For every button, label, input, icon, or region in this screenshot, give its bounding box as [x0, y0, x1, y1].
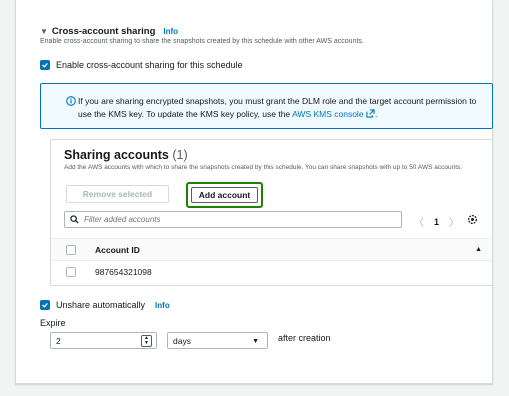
unshare-info-link[interactable]: Info: [155, 301, 170, 310]
expire-label: Expire: [40, 318, 66, 328]
chevron-right-icon[interactable]: 〉: [449, 214, 459, 229]
unshare-checkbox-row[interactable]: Unshare automatically Info: [40, 300, 170, 310]
caret-down-icon[interactable]: ▼: [252, 338, 259, 345]
enable-sharing-checkbox[interactable]: [40, 60, 50, 70]
external-link-icon: [366, 109, 375, 118]
section-info-link[interactable]: Info: [163, 27, 178, 36]
table-row: 987654321098: [51, 261, 492, 284]
info-icon: [66, 96, 76, 106]
chevron-left-icon[interactable]: 〈: [414, 214, 424, 229]
expire-value-stepper[interactable]: 2 ▲ ▼: [50, 332, 157, 349]
row-checkbox[interactable]: [66, 267, 76, 277]
kms-info-alert: If you are sharing encrypted snapshots, …: [40, 83, 493, 129]
cross-account-header[interactable]: ▼ Cross-account sharing Info: [40, 26, 178, 37]
remove-selected-button[interactable]: Remove selected: [66, 185, 169, 203]
filter-accounts-field[interactable]: [64, 211, 402, 228]
kms-console-link[interactable]: AWS KMS console: [292, 109, 375, 119]
alert-body: If you are sharing encrypted snapshots, …: [78, 96, 477, 119]
checkmark-icon: [42, 302, 48, 308]
sharing-accounts-title-text: Sharing accounts: [64, 148, 169, 162]
section-description: Enable cross-account sharing to share th…: [40, 38, 364, 45]
add-account-highlight: Add account: [186, 182, 263, 208]
after-creation-label: after creation: [278, 333, 331, 343]
schedule-panel: ▼ Cross-account sharing Info Enable cros…: [15, 0, 493, 384]
table-header-row: Account ID ▲: [51, 238, 492, 261]
expire-unit-value[interactable]: days: [173, 336, 191, 346]
unshare-label: Unshare automatically: [56, 300, 146, 310]
select-all-checkbox[interactable]: [66, 245, 76, 255]
add-account-button[interactable]: Add account: [191, 187, 258, 203]
expire-unit-select[interactable]: days ▼: [167, 332, 268, 349]
sort-ascending-icon[interactable]: ▲: [475, 246, 482, 253]
alert-suffix: .: [374, 109, 378, 119]
account-id-cell: 987654321098: [95, 267, 152, 277]
filter-accounts-input[interactable]: [84, 215, 384, 224]
checkmark-icon: [42, 62, 48, 68]
stepper-arrows-icon[interactable]: ▲ ▼: [141, 335, 152, 347]
enable-sharing-label: Enable cross-account sharing for this sc…: [56, 60, 243, 70]
sharing-accounts-description: Add the AWS accounts with which to share…: [64, 164, 463, 171]
gear-icon[interactable]: [467, 214, 478, 225]
sharing-accounts-count: (1): [172, 148, 188, 162]
sharing-accounts-title: Sharing accounts (1): [64, 148, 188, 162]
pagination: 〈 1 〉: [414, 214, 459, 230]
alert-text: If you are sharing encrypted snapshots, …: [78, 95, 488, 121]
enable-sharing-checkbox-row[interactable]: Enable cross-account sharing for this sc…: [40, 60, 243, 70]
expire-value[interactable]: 2: [56, 336, 61, 346]
page-number[interactable]: 1: [434, 217, 439, 227]
accounts-table: Account ID ▲ 987654321098: [51, 238, 492, 284]
account-id-column-header[interactable]: Account ID: [95, 245, 140, 255]
unshare-checkbox[interactable]: [40, 300, 50, 310]
sharing-accounts-card: Sharing accounts (1) Add the AWS account…: [50, 139, 493, 286]
kms-console-link-label[interactable]: AWS KMS console: [292, 109, 364, 119]
section-title: Cross-account sharing: [51, 26, 156, 37]
caret-down-icon[interactable]: ▼: [40, 27, 48, 36]
search-icon: [70, 215, 79, 224]
